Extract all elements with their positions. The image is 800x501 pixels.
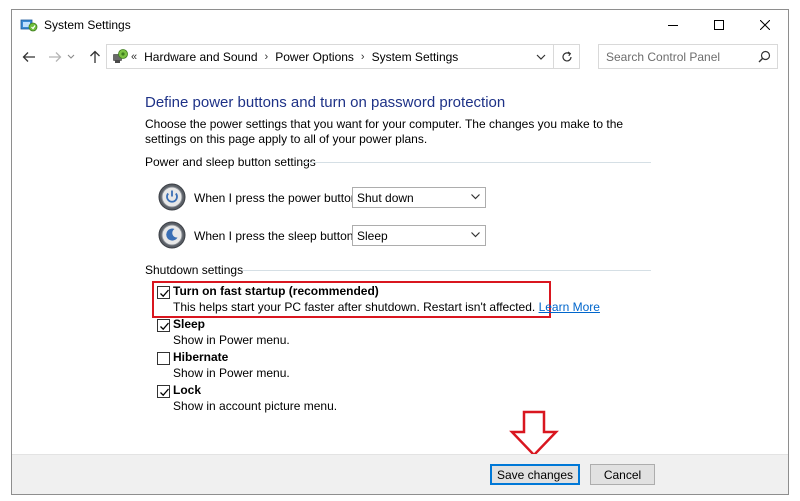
lock-description: Show in account picture menu. — [173, 399, 338, 413]
address-bar[interactable]: « Hardware and Sound › Power Options › S… — [106, 44, 580, 69]
page-description: Choose the power settings that you want … — [145, 117, 624, 146]
address-dropdown-button[interactable] — [531, 45, 551, 68]
minimize-button[interactable] — [650, 10, 696, 40]
power-sleep-group-label: Power and sleep button settings — [145, 155, 316, 169]
hardware-sound-icon — [111, 48, 129, 65]
maximize-button[interactable] — [696, 10, 742, 40]
chevron-down-icon — [471, 194, 480, 200]
fast-startup-description-text: This helps start your PC faster after sh… — [173, 300, 539, 314]
system-settings-window: System Settings « Hardware and Sound › P… — [11, 9, 789, 495]
title-bar: System Settings — [12, 10, 788, 40]
hibernate-description: Show in Power menu. — [173, 366, 290, 380]
arrow-up-icon — [90, 50, 100, 63]
main-content: Define power buttons and turn on passwor… — [12, 74, 788, 454]
checkmark-icon — [160, 322, 169, 331]
breadcrumb-separator[interactable]: › — [265, 51, 269, 63]
forward-button[interactable] — [44, 46, 66, 68]
refresh-icon — [561, 51, 572, 61]
close-button[interactable] — [742, 10, 788, 40]
lock-checkbox[interactable] — [157, 385, 170, 398]
arrow-left-icon — [22, 52, 35, 62]
checkmark-icon — [160, 289, 169, 298]
refresh-button[interactable] — [553, 45, 579, 68]
shutdown-group-label: Shutdown settings — [145, 263, 244, 277]
sleep-description: Show in Power menu. — [173, 333, 290, 347]
search-box[interactable] — [598, 44, 778, 69]
power-button-icon — [158, 183, 186, 211]
recent-locations-button[interactable] — [64, 46, 78, 68]
group-divider — [242, 270, 651, 271]
save-changes-button[interactable]: Save changes — [490, 464, 580, 485]
breadcrumb-separator[interactable]: › — [361, 51, 365, 63]
chevron-down-icon — [536, 54, 546, 60]
minimize-icon — [668, 25, 678, 26]
sleep-label[interactable]: Sleep — [173, 317, 205, 331]
sleep-button-icon — [158, 221, 186, 249]
arrow-down-icon — [509, 410, 559, 457]
chevron-down-icon — [471, 232, 480, 238]
search-input[interactable] — [599, 45, 751, 68]
power-button-label: When I press the power button: — [194, 191, 361, 205]
breadcrumb-system-settings[interactable]: System Settings — [372, 50, 459, 64]
group-divider — [303, 162, 651, 163]
maximize-icon — [714, 20, 724, 30]
cancel-button[interactable]: Cancel — [590, 464, 655, 485]
select-value: Sleep — [357, 229, 388, 243]
close-icon — [760, 20, 770, 30]
navigation-bar: « Hardware and Sound › Power Options › S… — [12, 40, 788, 74]
breadcrumb: « Hardware and Sound › Power Options › S… — [131, 50, 458, 64]
power-button-action-select[interactable]: Shut down — [352, 187, 486, 208]
sleep-button-label: When I press the sleep button: — [194, 229, 357, 243]
page-title: Define power buttons and turn on passwor… — [145, 94, 506, 111]
arrow-right-icon — [49, 52, 62, 62]
window-title: System Settings — [44, 18, 131, 32]
fast-startup-checkbox[interactable] — [157, 286, 170, 299]
control-panel-icon — [20, 17, 38, 33]
breadcrumb-power-options[interactable]: Power Options — [275, 50, 354, 64]
breadcrumb-hardware-and-sound[interactable]: Hardware and Sound — [144, 50, 257, 64]
search-icon[interactable] — [758, 50, 771, 66]
checkmark-icon — [160, 388, 169, 397]
learn-more-link[interactable]: Learn More — [539, 300, 600, 314]
breadcrumb-overflow[interactable]: « — [131, 51, 137, 63]
chevron-down-icon — [67, 54, 75, 59]
up-button[interactable] — [84, 46, 106, 68]
hibernate-label[interactable]: Hibernate — [173, 350, 228, 364]
hibernate-checkbox[interactable] — [157, 352, 170, 365]
sleep-checkbox[interactable] — [157, 319, 170, 332]
lock-label[interactable]: Lock — [173, 383, 201, 397]
button-bar: Save changes Cancel — [12, 454, 788, 494]
select-value: Shut down — [357, 191, 414, 205]
fast-startup-description: This helps start your PC faster after sh… — [173, 300, 600, 314]
back-button[interactable] — [18, 46, 40, 68]
sleep-button-action-select[interactable]: Sleep — [352, 225, 486, 246]
fast-startup-label[interactable]: Turn on fast startup (recommended) — [173, 284, 379, 298]
